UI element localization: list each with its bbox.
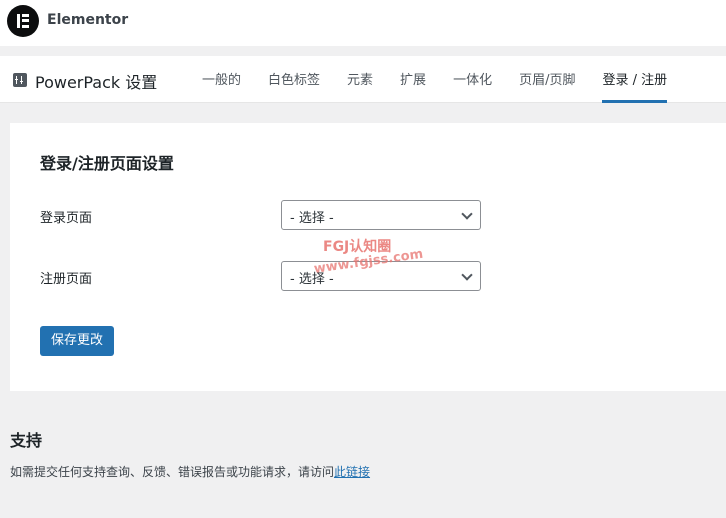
tab-extensions[interactable]: 扩展	[400, 56, 426, 103]
section-title: 登录/注册页面设置	[40, 154, 174, 173]
support-text: 如需提交任何支持查询、反馈、错误报告或功能请求，请访问	[10, 465, 335, 479]
settings-nav: PowerPack 设置 一般的 白色标签 元素 扩展 一体化 页眉/页脚 登录…	[0, 56, 726, 103]
login-page-select[interactable]: - 选择 -	[281, 200, 481, 230]
brand-name: Elementor	[47, 12, 129, 28]
chevron-down-icon	[461, 269, 473, 281]
top-bar: Elementor	[0, 0, 726, 46]
tab-header-footer[interactable]: 页眉/页脚	[519, 56, 575, 103]
elementor-logo-icon[interactable]	[7, 5, 39, 37]
login-page-select-value: - 选择 -	[290, 211, 334, 226]
save-changes-button[interactable]: 保存更改	[40, 326, 114, 356]
support-description: 如需提交任何支持查询、反馈、错误报告或功能请求，请访问此链接	[10, 463, 370, 480]
tab-integration[interactable]: 一体化	[453, 56, 492, 103]
register-page-label: 注册页面	[40, 272, 93, 287]
tab-general[interactable]: 一般的	[202, 56, 241, 103]
support-title: 支持	[10, 431, 43, 450]
login-page-label: 登录页面	[40, 211, 93, 226]
support-link[interactable]: 此链接	[334, 465, 370, 479]
tab-elements[interactable]: 元素	[347, 56, 373, 103]
tab-bar: 一般的 白色标签 元素 扩展 一体化 页眉/页脚 登录 / 注册	[202, 56, 694, 103]
powerpack-settings-icon	[13, 73, 27, 87]
tab-login-register[interactable]: 登录 / 注册	[602, 56, 667, 103]
tab-white-label[interactable]: 白色标签	[268, 56, 320, 103]
page-title: PowerPack 设置	[35, 73, 158, 92]
chevron-down-icon	[461, 208, 473, 220]
